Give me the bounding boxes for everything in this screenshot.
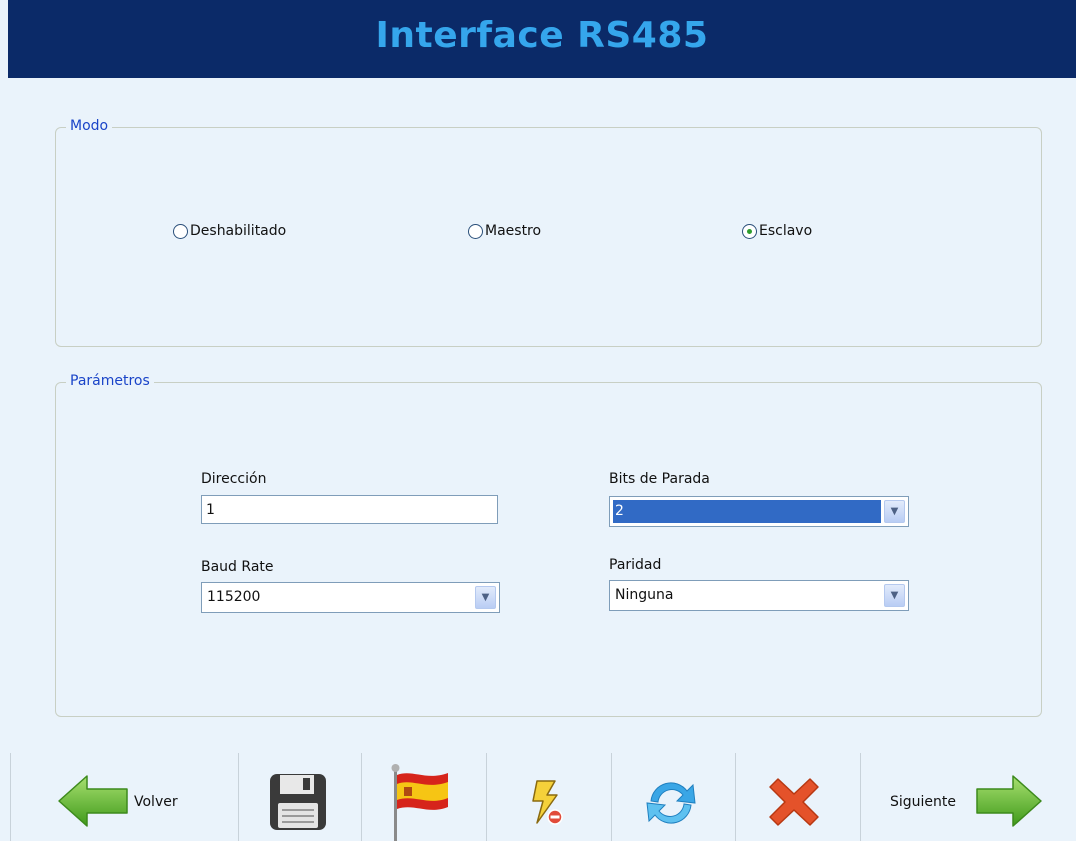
- radio-label-maestro: Maestro: [485, 223, 542, 239]
- baud-rate-select[interactable]: 115200 ▼: [201, 582, 500, 613]
- radio-esclavo[interactable]: Esclavo: [742, 223, 812, 239]
- title-bar: Interface RS485: [8, 0, 1076, 78]
- save-button[interactable]: [239, 753, 361, 841]
- bits-parada-select[interactable]: 2 ▼: [609, 496, 909, 527]
- chevron-down-icon[interactable]: ▼: [884, 500, 905, 523]
- back-button[interactable]: Volver: [11, 753, 238, 841]
- radio-button-icon[interactable]: [468, 223, 483, 239]
- power-off-button[interactable]: [487, 753, 611, 841]
- refresh-button[interactable]: [612, 753, 735, 841]
- arrow-right-icon: [976, 775, 1042, 827]
- modo-group: Modo Deshabilitado Maestro Esclavo: [55, 118, 1042, 347]
- chevron-down-icon[interactable]: ▼: [475, 586, 496, 609]
- baud-rate-value: 115200: [207, 589, 261, 605]
- bottom-toolbar: Volver Siguiente: [8, 753, 1076, 841]
- radio-maestro[interactable]: Maestro: [468, 223, 541, 239]
- floppy-disk-icon: [270, 774, 326, 830]
- radio-label-deshabilitado: Deshabilitado: [190, 223, 287, 239]
- language-button[interactable]: [362, 753, 486, 841]
- parametros-group: Parámetros Dirección 1 Baud Rate 115200 …: [55, 373, 1042, 717]
- radio-button-icon[interactable]: [173, 223, 188, 239]
- next-button[interactable]: Siguiente: [861, 753, 1076, 841]
- back-button-label: Volver: [134, 794, 178, 810]
- direccion-label: Dirección: [201, 471, 267, 487]
- close-x-icon: [769, 778, 819, 826]
- chevron-down-icon[interactable]: ▼: [884, 584, 905, 607]
- radio-button-selected-icon[interactable]: [742, 223, 757, 239]
- bits-parada-label: Bits de Parada: [609, 471, 710, 487]
- refresh-icon: [646, 782, 696, 824]
- parametros-legend: Parámetros: [66, 373, 154, 389]
- bits-parada-value: 2: [613, 500, 881, 523]
- direccion-field[interactable]: 1: [201, 495, 498, 524]
- spain-flag-icon: [391, 764, 448, 841]
- paridad-value: Ninguna: [615, 587, 674, 603]
- next-button-label: Siguiente: [890, 794, 957, 810]
- cancel-button[interactable]: [736, 753, 860, 841]
- page-title: Interface RS485: [375, 14, 709, 56]
- arrow-left-icon: [58, 775, 128, 827]
- radio-label-esclavo: Esclavo: [759, 223, 813, 239]
- baud-rate-label: Baud Rate: [201, 559, 274, 575]
- modo-legend: Modo: [66, 118, 113, 134]
- paridad-label: Paridad: [609, 557, 662, 573]
- paridad-select[interactable]: Ninguna ▼: [609, 580, 909, 611]
- lightning-no-power-icon: [532, 780, 563, 825]
- radio-deshabilitado[interactable]: Deshabilitado: [173, 223, 286, 239]
